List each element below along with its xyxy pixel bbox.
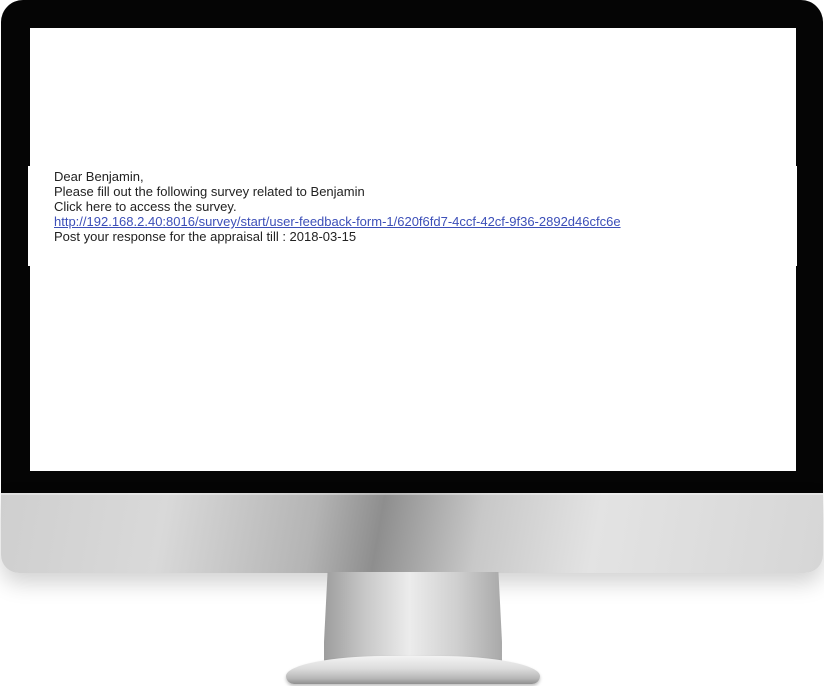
monitor-stand-foot: [286, 656, 540, 684]
email-body: Dear Benjamin, Please fill out the follo…: [54, 169, 621, 244]
survey-link[interactable]: http://192.168.2.40:8016/survey/start/us…: [54, 214, 621, 229]
email-greeting: Dear Benjamin,: [54, 169, 144, 184]
chin-highlight: [1, 493, 823, 495]
email-access-instruction: Click here to access the survey.: [54, 199, 237, 214]
email-survey-request: Please fill out the following survey rel…: [54, 184, 365, 199]
email-deadline: Post your response for the appraisal til…: [54, 229, 357, 244]
monitor-chin: [1, 493, 823, 573]
email-message: Dear Benjamin, Please fill out the follo…: [28, 166, 797, 266]
desktop-monitor: Dear Benjamin, Please fill out the follo…: [0, 0, 824, 686]
